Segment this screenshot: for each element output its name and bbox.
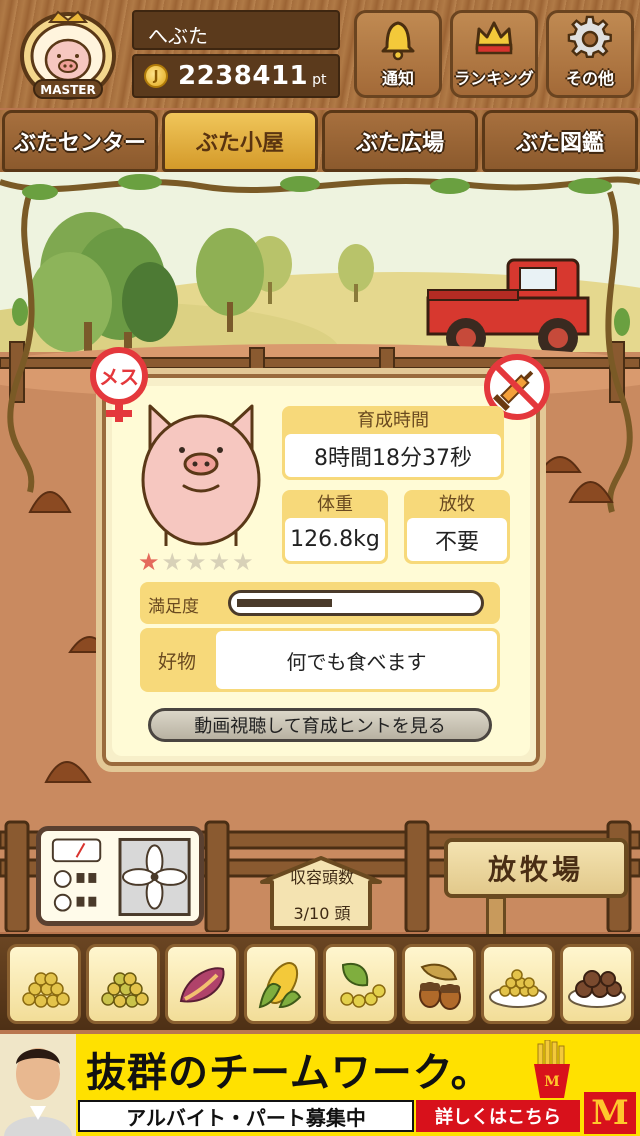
master-badge-label: MASTER (40, 83, 96, 97)
points-unit: pt (312, 72, 327, 88)
food-bar (0, 934, 640, 1030)
ad-person-image (0, 1034, 76, 1136)
tab-buta-zukan[interactable]: ぶた図鑑 (482, 110, 638, 172)
food-slot-vegetables[interactable] (322, 943, 397, 1024)
grain-mix-icon (100, 971, 149, 1008)
growth-time-value: 8時間18分37秒 (285, 434, 501, 477)
food-slot-meatballs[interactable] (559, 943, 634, 1024)
growth-time-box: 育成時間 8時間18分37秒 (282, 406, 504, 480)
points-value: 2238411 (178, 61, 309, 91)
female-label: メス (99, 365, 139, 389)
ad-cta-button[interactable]: 詳しくはこちら (416, 1100, 580, 1132)
notification-label: 通知 (381, 69, 414, 88)
pig-portrait[interactable] (136, 400, 266, 550)
settings-label: その他 (565, 69, 614, 88)
tab-buta-hiroba[interactable]: ぶた広場 (322, 110, 478, 172)
ventilation-control-panel[interactable] (36, 826, 204, 926)
star-filled-icon: ★ (138, 548, 160, 576)
food-slot-corn[interactable] (243, 943, 318, 1024)
ad-logo: M (584, 1092, 636, 1134)
weight-value: 126.8kg (285, 518, 385, 561)
sweet-potato-icon (179, 966, 225, 1002)
tab-buta-koya[interactable]: ぶた小屋 (162, 110, 318, 172)
satisfaction-bar (228, 590, 484, 616)
ranch-button[interactable]: 放牧場 (444, 838, 628, 898)
weight-label: 体重 (317, 494, 353, 515)
settings-button[interactable]: その他 (546, 10, 634, 98)
weight-box: 体重 126.8kg (282, 490, 388, 564)
ad-headline: 抜群のチームワーク。 (86, 1050, 492, 1096)
favorite-food-row: 好物 何でも食べます (140, 628, 500, 692)
fries-icon: M (534, 1040, 570, 1098)
grain-dish-icon (488, 968, 547, 1008)
watch-video-hint-button[interactable]: 動画視聴して育成ヒントを見る (148, 708, 492, 742)
main-tabs: ぶたセンター ぶた小屋 ぶた広場 ぶた図鑑 (0, 110, 640, 172)
gear-icon (567, 15, 612, 58)
coin-icon: J (144, 64, 168, 88)
meatballs-icon (567, 969, 626, 1008)
grain-pile-icon (21, 971, 70, 1008)
star-empty-icon: ★ (232, 548, 254, 576)
header-bar: MASTER へぶた J 2238411 pt 通知 ランキング その他 (0, 0, 640, 108)
star-empty-icon: ★ (208, 548, 231, 576)
bell-icon (381, 21, 415, 61)
crown-icon (475, 21, 513, 55)
growth-time-label: 育成時間 (357, 410, 429, 431)
grazing-box: 放牧 不要 (404, 490, 510, 564)
food-slot-sweet-potato[interactable] (164, 943, 239, 1024)
master-badge[interactable]: MASTER (14, 6, 122, 102)
favorite-value: 何でも食べます (216, 631, 497, 689)
ranking-label: ランキング (454, 69, 534, 88)
control-panel-graphic (51, 837, 191, 916)
grazing-label: 放牧 (439, 494, 475, 515)
acorn-icon (418, 963, 461, 1010)
rating-stars: ★ ★ ★ ★ ★ (138, 550, 254, 574)
pig-image (141, 404, 261, 546)
food-slot-grain-mix[interactable] (85, 943, 160, 1024)
capacity-text: 収容頭数 3/10 頭 (268, 864, 376, 924)
svg-text:M: M (544, 1074, 560, 1090)
food-slot-grain-dish[interactable] (480, 943, 555, 1024)
ad-subline: アルバイト・パート募集中 (78, 1100, 414, 1132)
notification-button[interactable]: 通知 (354, 10, 442, 98)
star-empty-icon: ★ (185, 548, 207, 576)
ad-banner[interactable]: 抜群のチームワーク。 M アルバイト・パート募集中 詳しくはこちら M (0, 1034, 640, 1136)
satisfaction-fill (237, 599, 332, 607)
ranking-button[interactable]: ランキング (450, 10, 538, 98)
food-slot-acorn[interactable] (401, 943, 476, 1024)
satisfaction-row: 満足度 (140, 582, 500, 624)
vegetables-icon (339, 962, 386, 1008)
favorite-label: 好物 (157, 650, 196, 673)
user-name: へぶた (132, 10, 340, 50)
tab-buta-center[interactable]: ぶたセンター (2, 110, 158, 172)
satisfaction-label: 満足度 (148, 597, 199, 617)
capacity-value: 3/10 頭 (293, 904, 351, 923)
grazing-value: 不要 (407, 518, 507, 561)
star-empty-icon: ★ (161, 548, 184, 576)
corn-icon (258, 961, 301, 1008)
points-display: J 2238411 pt (132, 54, 340, 98)
food-slot-grain-pile[interactable] (6, 943, 81, 1024)
capacity-label: 収容頭数 (289, 868, 354, 887)
